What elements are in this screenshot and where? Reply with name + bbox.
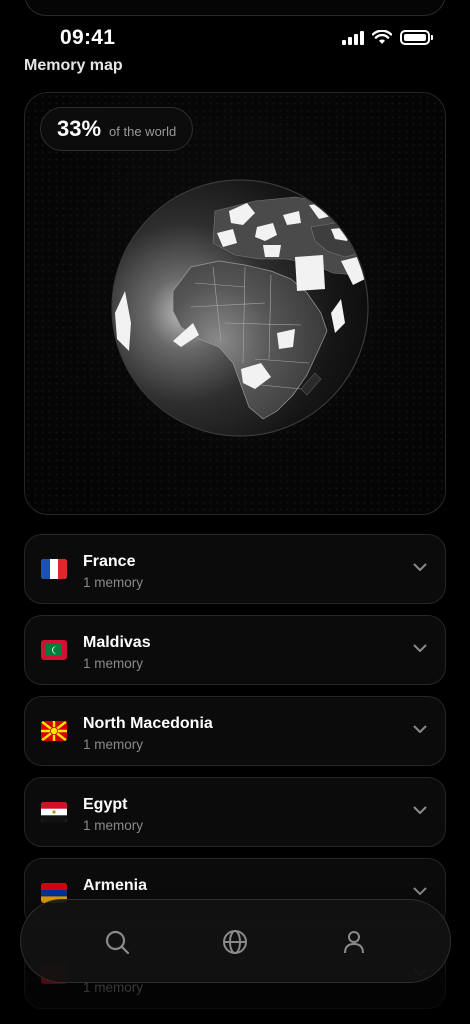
country-name: North Macedonia <box>83 715 213 732</box>
memory-count: 1 memory <box>83 575 144 590</box>
battery-icon <box>400 30 433 45</box>
country-name: Armenia <box>83 877 148 894</box>
country-name: Egypt <box>83 796 128 813</box>
page-title: Memory map <box>24 57 123 74</box>
maldives-flag-icon <box>41 640 67 660</box>
search-icon[interactable] <box>104 929 130 955</box>
memory-count: 1 memory <box>83 656 144 671</box>
france-flag-icon <box>41 559 67 579</box>
chevron-down-icon[interactable] <box>413 563 427 572</box>
status-icons <box>342 30 433 45</box>
cellular-signal-icon <box>342 30 364 45</box>
country-card[interactable]: France 1 memory <box>24 534 446 604</box>
country-name: Maldivas <box>83 634 151 651</box>
country-card[interactable]: Maldivas 1 memory <box>24 615 446 685</box>
country-name: France <box>83 553 136 570</box>
globe[interactable] <box>95 163 385 453</box>
status-bar: 09:41 <box>0 22 470 56</box>
chevron-down-icon[interactable] <box>413 644 427 653</box>
memory-count: 1 memory <box>83 818 144 833</box>
status-time: 09:41 <box>60 26 116 49</box>
profile-icon[interactable] <box>341 929 367 955</box>
chevron-down-icon[interactable] <box>413 725 427 734</box>
country-card[interactable]: Egypt 1 memory <box>24 777 446 847</box>
wifi-icon <box>372 30 392 44</box>
previous-sheet-edge <box>24 0 446 16</box>
coverage-percent: 33% <box>57 116 102 141</box>
coverage-label: of the world <box>109 123 177 139</box>
country-card[interactable]: North Macedonia 1 memory <box>24 696 446 766</box>
north-macedonia-flag-icon <box>41 721 67 741</box>
coverage-badge: 33% of the world <box>40 107 194 151</box>
tab-bar <box>20 899 451 983</box>
memory-map-card[interactable]: 33% of the world <box>24 92 446 515</box>
chevron-down-icon[interactable] <box>413 806 427 815</box>
globe-icon[interactable] <box>222 929 248 955</box>
memory-count: 1 memory <box>83 737 144 752</box>
egypt-flag-icon <box>41 802 67 822</box>
chevron-down-icon[interactable] <box>413 887 427 896</box>
